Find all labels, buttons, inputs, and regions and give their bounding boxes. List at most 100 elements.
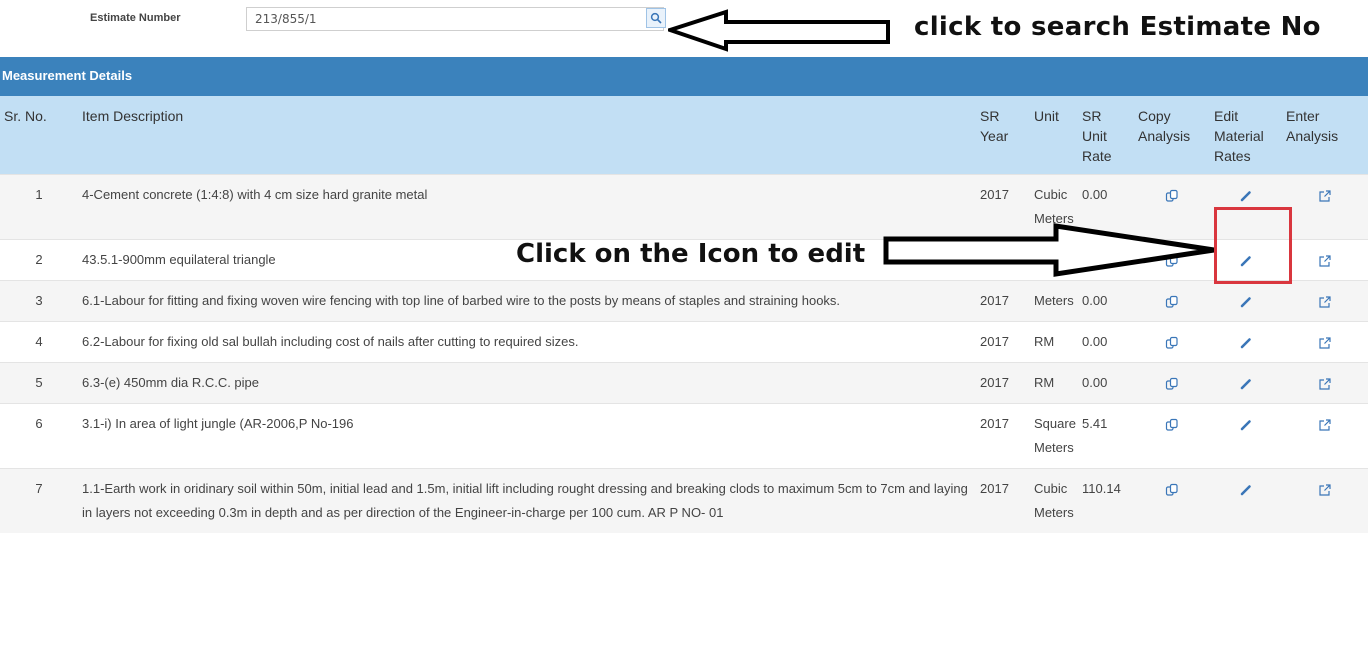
header-sr-no: Sr. No. bbox=[0, 96, 78, 175]
copy-analysis-button-cell bbox=[1134, 403, 1210, 469]
edit-material-rates-button[interactable] bbox=[1239, 293, 1253, 308]
enter-analysis-button-cell bbox=[1282, 321, 1368, 363]
sr-no-cell: 1 bbox=[0, 174, 78, 240]
external-link-icon bbox=[1319, 336, 1331, 349]
unit-cell: Square Meters bbox=[1030, 403, 1078, 469]
copy-analysis-button[interactable] bbox=[1165, 334, 1179, 349]
external-link-icon bbox=[1319, 295, 1331, 308]
copy-analysis-button[interactable] bbox=[1165, 416, 1179, 431]
copy-icon bbox=[1165, 336, 1178, 349]
enter-analysis-button[interactable] bbox=[1318, 416, 1332, 431]
copy-icon bbox=[1165, 418, 1178, 431]
search-arrow-annotation bbox=[668, 9, 890, 52]
copy-analysis-button[interactable] bbox=[1165, 375, 1179, 390]
sr-unit-rate-cell: 110.14 bbox=[1078, 468, 1134, 533]
sr-no-cell: 6 bbox=[0, 403, 78, 469]
external-link-icon bbox=[1319, 254, 1331, 267]
edit-material-rates-button-cell bbox=[1210, 403, 1282, 469]
edit-material-rates-button-cell bbox=[1210, 321, 1282, 363]
edit-material-rates-button[interactable] bbox=[1239, 375, 1253, 390]
copy-analysis-button-cell bbox=[1134, 280, 1210, 322]
table-row: 4 6.2-Labour for fixing old sal bullah in… bbox=[0, 321, 1368, 363]
sr-year-cell: 2017 bbox=[976, 403, 1030, 469]
copy-analysis-button[interactable] bbox=[1165, 293, 1179, 308]
item-description-cell: 6.3-(e) 450mm dia R.C.C. pipe bbox=[78, 362, 976, 404]
sr-unit-rate-cell: 0.00 bbox=[1078, 362, 1134, 404]
copy-analysis-button[interactable] bbox=[1165, 481, 1179, 496]
external-link-icon bbox=[1319, 483, 1331, 496]
table-row: 5 6.3-(e) 450mm dia R.C.C. pipe 2017 RM 0.00 bbox=[0, 362, 1368, 404]
search-estimate-button[interactable] bbox=[646, 8, 666, 28]
sr-year-cell: 2017 bbox=[976, 468, 1030, 533]
copy-analysis-button[interactable] bbox=[1165, 187, 1179, 202]
edit-material-rates-button-cell bbox=[1210, 468, 1282, 533]
enter-analysis-button[interactable] bbox=[1318, 187, 1332, 202]
pencil-icon bbox=[1240, 378, 1251, 389]
table-header-row: Sr. No. Item Description SR Year Unit SR… bbox=[0, 96, 1368, 175]
copy-icon bbox=[1165, 189, 1178, 202]
header-item-description: Item Description bbox=[78, 96, 976, 175]
edit-hint-annotation: Click on the Icon to edit bbox=[516, 239, 866, 269]
pencil-icon bbox=[1240, 337, 1251, 348]
enter-analysis-button[interactable] bbox=[1318, 334, 1332, 349]
external-link-icon bbox=[1319, 377, 1331, 390]
edit-material-rates-button[interactable] bbox=[1239, 334, 1253, 349]
enter-analysis-button-cell bbox=[1282, 174, 1368, 240]
unit-cell: Cubic Meters bbox=[1030, 468, 1078, 533]
pencil-icon bbox=[1240, 190, 1251, 201]
unit-cell: RM bbox=[1030, 321, 1078, 363]
external-link-icon bbox=[1319, 418, 1331, 431]
sr-no-cell: 3 bbox=[0, 280, 78, 322]
edit-arrow-annotation bbox=[883, 223, 1215, 277]
pencil-icon bbox=[1240, 296, 1251, 307]
sr-unit-rate-cell: 0.00 bbox=[1078, 280, 1134, 322]
sr-unit-rate-cell: 5.41 bbox=[1078, 403, 1134, 469]
item-description-cell: 1.1-Earth work in oridinary soil within … bbox=[78, 468, 976, 533]
item-description-cell: 6.1-Labour for fitting and fixing woven … bbox=[78, 280, 976, 322]
sr-unit-rate-cell: 0.00 bbox=[1078, 321, 1134, 363]
edit-material-rates-button-cell bbox=[1210, 280, 1282, 322]
unit-cell: RM bbox=[1030, 362, 1078, 404]
edit-icon-highlight-box bbox=[1214, 207, 1292, 284]
copy-icon bbox=[1165, 483, 1178, 496]
edit-material-rates-button[interactable] bbox=[1239, 187, 1253, 202]
enter-analysis-button[interactable] bbox=[1318, 293, 1332, 308]
header-copy-analysis: Copy Analysis bbox=[1134, 96, 1210, 175]
estimate-number-value: 213/855/1 bbox=[255, 12, 317, 26]
edit-material-rates-button-cell bbox=[1210, 362, 1282, 404]
enter-analysis-button-cell bbox=[1282, 280, 1368, 322]
edit-material-rates-button[interactable] bbox=[1239, 416, 1253, 431]
header-sr-year: SR Year bbox=[976, 96, 1030, 175]
enter-analysis-button-cell bbox=[1282, 468, 1368, 533]
enter-analysis-button[interactable] bbox=[1318, 481, 1332, 496]
header-enter-analysis: Enter Analysis bbox=[1282, 96, 1368, 175]
header-sr-unit-rate: SR Unit Rate bbox=[1078, 96, 1134, 175]
measurement-details-header: Measurement Details bbox=[0, 57, 1368, 96]
edit-material-rates-button[interactable] bbox=[1239, 481, 1253, 496]
estimate-number-select[interactable]: 213/855/1 bbox=[246, 7, 664, 31]
copy-analysis-button-cell bbox=[1134, 362, 1210, 404]
header-edit-material-rates: Edit Material Rates bbox=[1210, 96, 1282, 175]
item-description-cell: 4-Cement concrete (1:4:8) with 4 cm size… bbox=[78, 174, 976, 240]
sr-no-cell: 5 bbox=[0, 362, 78, 404]
pencil-icon bbox=[1240, 419, 1251, 430]
sr-no-cell: 2 bbox=[0, 239, 78, 281]
unit-cell: Meters bbox=[1030, 280, 1078, 322]
enter-analysis-button-cell bbox=[1282, 239, 1368, 281]
table-row: 3 6.1-Labour for fitting and fixing woven… bbox=[0, 280, 1368, 322]
sr-year-cell: 2017 bbox=[976, 280, 1030, 322]
external-link-icon bbox=[1319, 189, 1331, 202]
table-row: 6 3.1-i) In area of light jungle (AR-2006… bbox=[0, 403, 1368, 469]
header-unit: Unit bbox=[1030, 96, 1078, 175]
search-hint-annotation: click to search Estimate No bbox=[914, 12, 1321, 42]
enter-analysis-button[interactable] bbox=[1318, 252, 1332, 267]
enter-analysis-button-cell bbox=[1282, 403, 1368, 469]
search-icon bbox=[650, 12, 662, 24]
item-description-cell: 6.2-Labour for fixing old sal bullah inc… bbox=[78, 321, 976, 363]
copy-icon bbox=[1165, 295, 1178, 308]
copy-analysis-button-cell bbox=[1134, 468, 1210, 533]
enter-analysis-button[interactable] bbox=[1318, 375, 1332, 390]
copy-icon bbox=[1165, 377, 1178, 390]
pencil-icon bbox=[1240, 484, 1251, 495]
sr-year-cell: 2017 bbox=[976, 321, 1030, 363]
